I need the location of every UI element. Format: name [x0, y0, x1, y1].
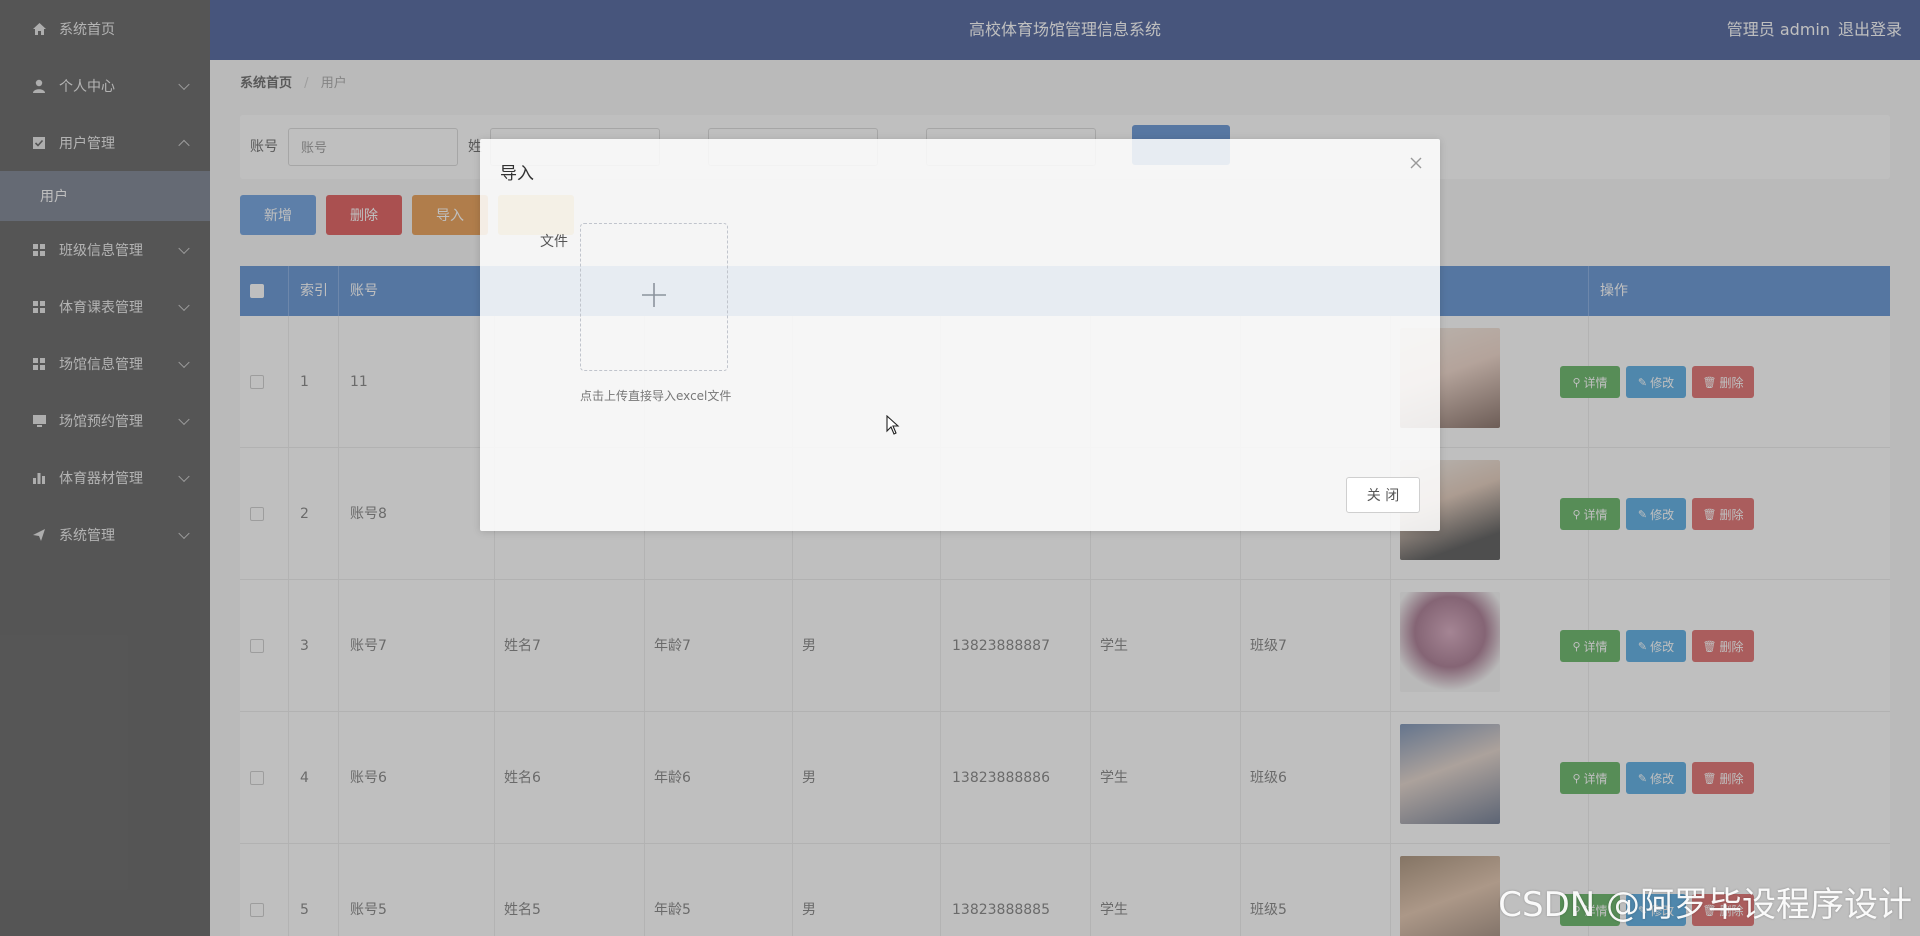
plus-icon — [640, 281, 668, 313]
import-dialog: 导入 文件 点击上传直接导入excel文件 关 闭 — [480, 139, 1440, 531]
close-icon[interactable] — [1408, 155, 1424, 171]
dialog-title: 导入 — [500, 164, 534, 184]
file-label: 文件 — [540, 234, 568, 250]
mouse-cursor-icon — [886, 414, 900, 439]
upload-tip: 点击上传直接导入excel文件 — [580, 389, 732, 403]
file-upload-dropzone[interactable] — [580, 223, 728, 371]
watermark: CSDN @阿罗毕设程序设计 — [1498, 885, 1912, 925]
close-button[interactable]: 关 闭 — [1346, 477, 1420, 513]
